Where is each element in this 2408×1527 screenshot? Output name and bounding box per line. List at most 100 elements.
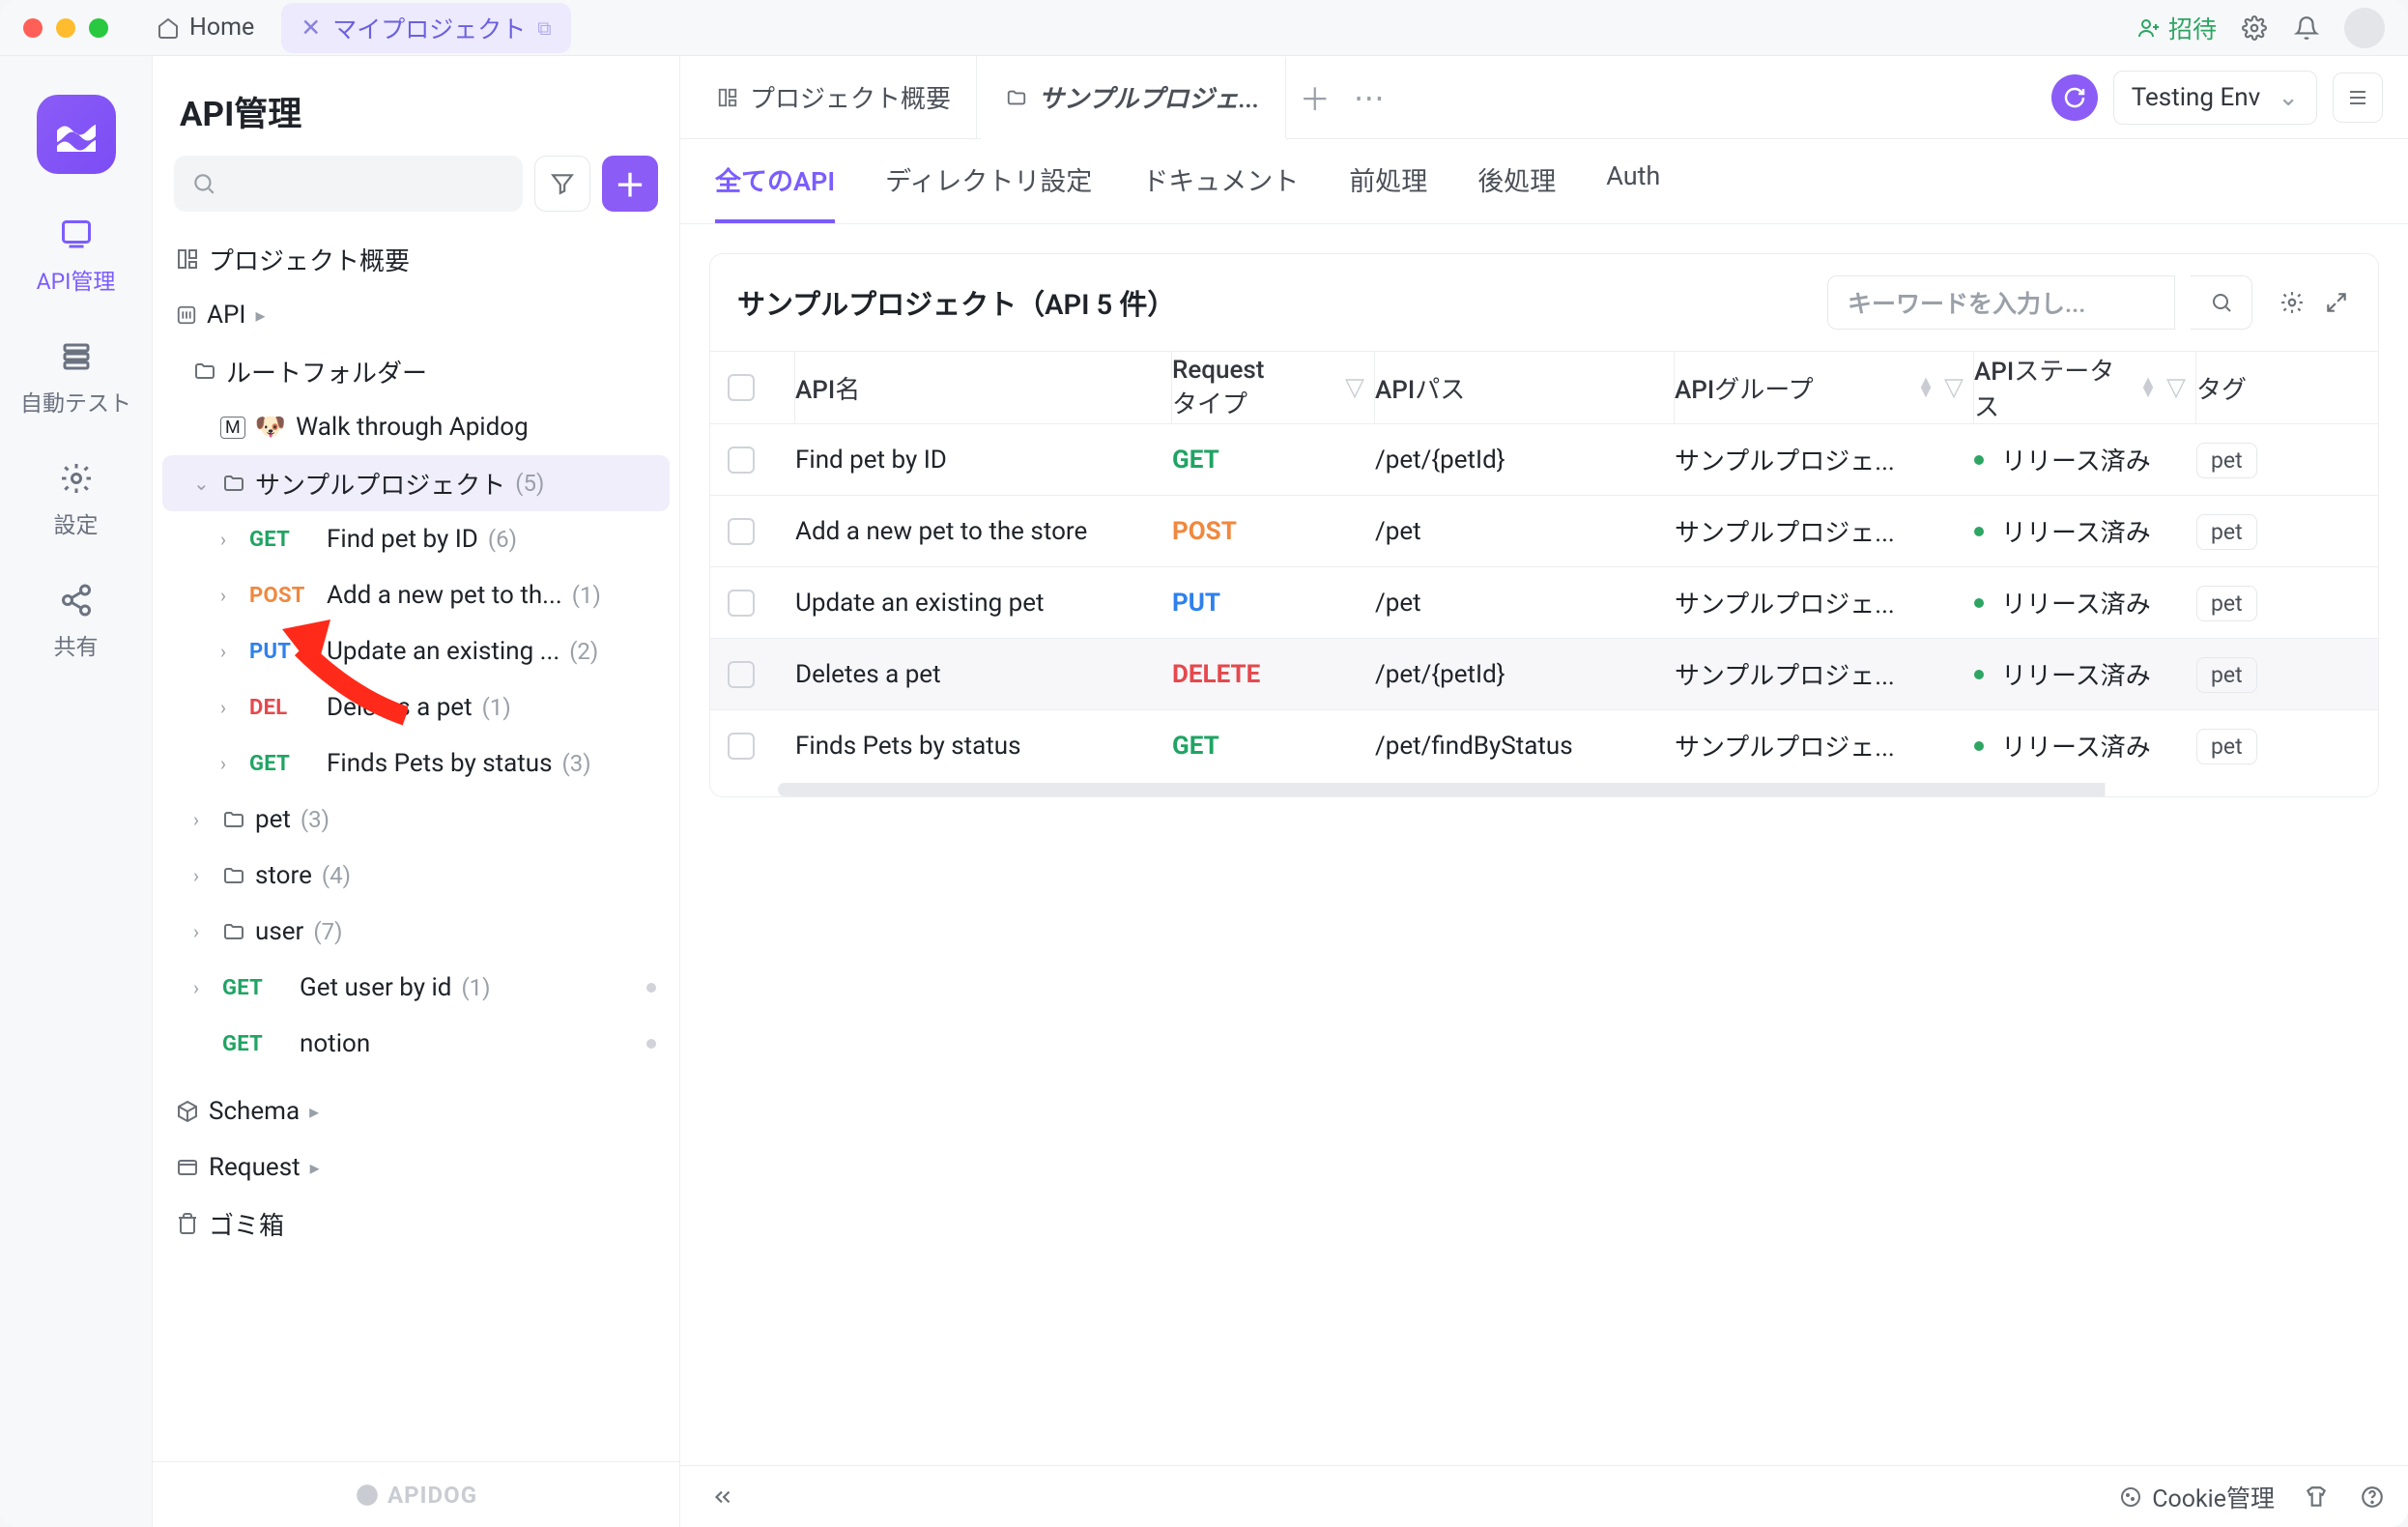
- count-badge: (3): [562, 750, 591, 777]
- row-checkbox[interactable]: [728, 733, 755, 760]
- project-tab[interactable]: ✕ マイプロジェクト ⧉: [281, 3, 570, 53]
- table-row[interactable]: Find pet by ID GET /pet/{petId} サンプルプロジェ…: [710, 423, 2378, 495]
- gear-icon: [56, 458, 97, 499]
- help-icon[interactable]: [2358, 1483, 2387, 1512]
- root-folder[interactable]: ルートフォルダー: [162, 343, 670, 399]
- rail-item-share[interactable]: 共有: [0, 580, 152, 661]
- app-logo[interactable]: [37, 95, 116, 174]
- table-row[interactable]: Deletes a pet DELETE /pet/{petId} サンプルプロ…: [710, 638, 2378, 709]
- invite-button[interactable]: 招待: [2137, 11, 2217, 45]
- subtab-dir-settings[interactable]: ディレクトリ設定: [885, 160, 1092, 223]
- refresh-env-button[interactable]: [2051, 74, 2098, 121]
- table-row[interactable]: Add a new pet to the store POST /pet サンプ…: [710, 495, 2378, 566]
- chevron-right-icon: ›: [193, 976, 213, 999]
- rail-item-api[interactable]: API管理: [0, 215, 152, 296]
- maximize-window-icon[interactable]: [89, 18, 108, 38]
- filter-icon[interactable]: ▽: [1345, 373, 1364, 402]
- col-path: APIパス: [1375, 370, 1465, 406]
- project-overview-item[interactable]: プロジェクト概要: [162, 231, 670, 287]
- subtab-preprocess[interactable]: 前処理: [1349, 160, 1427, 223]
- settings-icon[interactable]: [2240, 14, 2269, 43]
- tree-api-item[interactable]: › GET Find pet by ID (6): [162, 511, 670, 567]
- rail-label: 設定: [54, 506, 99, 539]
- tree-api-item[interactable]: › POST Add a new pet to th... (1): [162, 567, 670, 623]
- chevron-right-icon: ›: [220, 752, 240, 775]
- expand-icon[interactable]: [2322, 288, 2351, 317]
- tshirt-icon[interactable]: [2302, 1483, 2331, 1512]
- table-row[interactable]: Update an existing pet PUT /pet サンプルプロジェ…: [710, 566, 2378, 638]
- pet-folder[interactable]: › pet (3): [162, 792, 670, 848]
- select-all-checkbox[interactable]: [728, 374, 755, 401]
- filter-button[interactable]: [534, 156, 590, 212]
- row-checkbox[interactable]: [728, 447, 755, 474]
- more-tabs-icon[interactable]: ⋯: [1344, 79, 1394, 116]
- status-bar: Cookie管理: [680, 1465, 2408, 1527]
- table-settings-icon[interactable]: [2278, 288, 2307, 317]
- status-dot-icon: [1974, 598, 1984, 608]
- filter-icon[interactable]: ▽: [2166, 373, 2186, 402]
- bell-icon[interactable]: [2292, 14, 2321, 43]
- subtab-docs[interactable]: ドキュメント: [1142, 160, 1299, 223]
- row-checkbox[interactable]: [728, 518, 755, 545]
- subtab-auth[interactable]: Auth: [1606, 160, 1660, 223]
- cell-status: リリース済み: [1974, 647, 2196, 702]
- main-area: プロジェクト概要 サンプルプロジェ... ＋ ⋯ Testing Env ⌄: [680, 56, 2408, 1527]
- sort-icon[interactable]: ▲▼: [1917, 378, 1935, 397]
- search-button[interactable]: [2191, 275, 2252, 330]
- api-root[interactable]: API ▸: [162, 287, 670, 343]
- tree-api-item[interactable]: › DEL Deletes a pet (1): [162, 679, 670, 735]
- search-input[interactable]: [174, 156, 523, 212]
- collapse-sidebar-button[interactable]: [702, 1476, 744, 1518]
- home-tab[interactable]: Home: [139, 8, 272, 47]
- trash-section[interactable]: ゴミ箱: [162, 1196, 670, 1252]
- tab-sample-project[interactable]: サンプルプロジェ...: [981, 56, 1286, 139]
- cookie-manage-button[interactable]: Cookie管理: [2119, 1480, 2275, 1514]
- get-user-item[interactable]: › GET Get user by id (1): [162, 960, 670, 1016]
- hamburger-icon[interactable]: [2333, 72, 2383, 123]
- close-icon[interactable]: ✕: [301, 14, 321, 43]
- rail-label: 自動テスト: [20, 385, 131, 418]
- method-badge: GET: [222, 1032, 290, 1056]
- env-dropdown[interactable]: Testing Env ⌄: [2113, 71, 2317, 125]
- tab-project-overview[interactable]: プロジェクト概要: [692, 56, 977, 139]
- table-header: API名 Request タイプ ▽ APIパス APIグループ ▲▼ ▽ A: [710, 351, 2378, 423]
- walk-apidog-item[interactable]: M 🐶 Walk through Apidog: [162, 399, 670, 455]
- tag-chip: pet: [2196, 514, 2257, 550]
- sort-icon[interactable]: ▲▼: [2139, 378, 2157, 397]
- close-window-icon[interactable]: [23, 18, 43, 38]
- cell-group: サンプルプロジェ...: [1675, 718, 1974, 773]
- folder-icon: [193, 360, 216, 383]
- notion-item[interactable]: GET notion: [162, 1016, 670, 1072]
- minimize-window-icon[interactable]: [56, 18, 75, 38]
- add-button[interactable]: ＋: [602, 156, 658, 212]
- col-group: APIグループ: [1675, 370, 1814, 406]
- cell-tag: pet: [2196, 650, 2293, 699]
- sample-project-folder[interactable]: ⌄ サンプルプロジェクト (5): [162, 455, 670, 511]
- add-tab-button[interactable]: ＋: [1290, 75, 1340, 120]
- rail-item-autotest[interactable]: 自動テスト: [0, 336, 152, 418]
- tree-api-item[interactable]: › PUT Update an existing ... (2): [162, 623, 670, 679]
- home-icon: [157, 16, 180, 40]
- subtab-postprocess[interactable]: 後処理: [1477, 160, 1556, 223]
- subtab-all-api[interactable]: 全てのAPI: [715, 160, 835, 223]
- tree-api-item[interactable]: › GET Finds Pets by status (3): [162, 735, 670, 792]
- method-badge: GET: [249, 528, 317, 552]
- request-section[interactable]: Request ▸: [162, 1139, 670, 1196]
- method-badge: GET: [249, 752, 317, 776]
- table-row[interactable]: Finds Pets by status GET /pet/findByStat…: [710, 709, 2378, 781]
- horizontal-scrollbar[interactable]: [778, 783, 2339, 796]
- store-folder[interactable]: › store (4): [162, 848, 670, 904]
- row-checkbox[interactable]: [728, 590, 755, 617]
- user-folder[interactable]: › user (7): [162, 904, 670, 960]
- method-badge: GET: [222, 976, 290, 1000]
- filter-icon[interactable]: ▽: [1944, 373, 1964, 402]
- keyword-input[interactable]: キーワードを入力し...: [1827, 275, 2175, 330]
- schema-section[interactable]: Schema ▸: [162, 1083, 670, 1139]
- rail-item-settings[interactable]: 設定: [0, 458, 152, 539]
- cookie-label: Cookie管理: [2152, 1480, 2275, 1514]
- avatar[interactable]: [2344, 8, 2385, 48]
- row-checkbox[interactable]: [728, 661, 755, 688]
- tab-label: サンプルプロジェ...: [1039, 79, 1260, 115]
- count-badge: (6): [488, 526, 517, 553]
- label: Add a new pet to th...: [327, 581, 562, 610]
